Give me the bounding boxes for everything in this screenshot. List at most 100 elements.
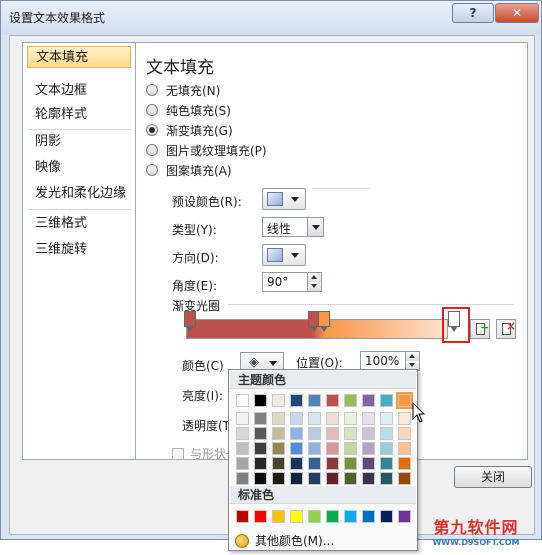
theme-color-swatch[interactable] bbox=[272, 394, 285, 407]
more-colors-item[interactable]: 其他颜色(M)... bbox=[235, 532, 334, 549]
theme-shade-swatch[interactable] bbox=[344, 457, 357, 470]
nav-item-glow-soft-edges[interactable]: 发光和柔化边缘 bbox=[27, 183, 131, 205]
standard-color-swatch[interactable] bbox=[254, 510, 267, 523]
spin-up-icon[interactable] bbox=[307, 273, 321, 282]
theme-color-swatch[interactable] bbox=[380, 394, 393, 407]
theme-shade-swatch[interactable] bbox=[290, 427, 303, 440]
gradient-stop-3[interactable] bbox=[318, 311, 330, 333]
theme-shade-swatch[interactable] bbox=[326, 472, 339, 485]
theme-shade-swatch[interactable] bbox=[344, 442, 357, 455]
theme-shade-swatch[interactable] bbox=[290, 412, 303, 425]
nav-item-text-outline[interactable]: 文本边框 bbox=[27, 80, 131, 102]
standard-color-swatch[interactable] bbox=[272, 510, 285, 523]
type-select[interactable]: 线性 bbox=[262, 217, 324, 237]
theme-shade-swatch[interactable] bbox=[236, 442, 249, 455]
theme-shade-swatch[interactable] bbox=[326, 427, 339, 440]
theme-shade-swatch[interactable] bbox=[290, 472, 303, 485]
theme-shade-swatch[interactable] bbox=[308, 412, 321, 425]
theme-shade-swatch[interactable] bbox=[308, 457, 321, 470]
nav-item-3d-format[interactable]: 三维格式 bbox=[27, 213, 131, 235]
theme-color-swatch[interactable] bbox=[254, 394, 267, 407]
theme-shade-swatch[interactable] bbox=[344, 472, 357, 485]
angle-spinner[interactable]: 90° bbox=[262, 272, 322, 292]
standard-color-swatch[interactable] bbox=[290, 510, 303, 523]
theme-shade-swatch[interactable] bbox=[380, 427, 393, 440]
direction-dropdown[interactable] bbox=[262, 244, 306, 266]
theme-shade-swatch[interactable] bbox=[380, 472, 393, 485]
theme-shade-swatch[interactable] bbox=[326, 412, 339, 425]
nav-item-3d-rotation[interactable]: 三维旋转 bbox=[27, 239, 131, 261]
theme-shade-swatch[interactable] bbox=[272, 427, 285, 440]
theme-shade-swatch[interactable] bbox=[344, 412, 357, 425]
radio-button[interactable] bbox=[146, 104, 158, 116]
help-button[interactable]: ? bbox=[452, 3, 494, 23]
radio-gradient-fill[interactable]: 渐变填充(G) bbox=[146, 121, 233, 139]
standard-color-swatch[interactable] bbox=[326, 510, 339, 523]
theme-shade-swatch[interactable] bbox=[362, 427, 375, 440]
theme-color-swatch[interactable] bbox=[290, 394, 303, 407]
theme-shade-swatch[interactable] bbox=[380, 457, 393, 470]
preset-colors-dropdown[interactable] bbox=[262, 188, 306, 210]
theme-shade-swatch[interactable] bbox=[272, 472, 285, 485]
position-value[interactable]: 100% bbox=[365, 354, 399, 368]
spin-up-icon[interactable] bbox=[405, 352, 419, 361]
theme-shade-swatch[interactable] bbox=[398, 457, 411, 470]
spin-down-icon[interactable] bbox=[307, 282, 321, 291]
theme-shade-swatch[interactable] bbox=[380, 412, 393, 425]
standard-color-swatch[interactable] bbox=[362, 510, 375, 523]
theme-shade-swatch[interactable] bbox=[254, 412, 267, 425]
standard-color-swatch[interactable] bbox=[398, 510, 411, 523]
theme-shade-swatch[interactable] bbox=[362, 472, 375, 485]
theme-shade-swatch[interactable] bbox=[398, 427, 411, 440]
radio-picture-fill[interactable]: 图片或纹理填充(P) bbox=[146, 141, 267, 159]
theme-shade-swatch[interactable] bbox=[362, 457, 375, 470]
standard-color-swatch[interactable] bbox=[380, 510, 393, 523]
radio-no-fill[interactable]: 无填充(N) bbox=[146, 81, 220, 99]
theme-shade-swatch[interactable] bbox=[272, 412, 285, 425]
theme-shade-swatch[interactable] bbox=[254, 472, 267, 485]
nav-item-reflection[interactable]: 映像 bbox=[27, 157, 131, 179]
theme-shade-swatch[interactable] bbox=[380, 442, 393, 455]
theme-shade-swatch[interactable] bbox=[308, 442, 321, 455]
theme-color-swatch[interactable] bbox=[396, 392, 413, 409]
gradient-stop-1[interactable] bbox=[184, 311, 196, 333]
theme-shade-swatch[interactable] bbox=[308, 427, 321, 440]
theme-shade-swatch[interactable] bbox=[398, 472, 411, 485]
theme-color-swatch[interactable] bbox=[236, 394, 249, 407]
theme-shade-swatch[interactable] bbox=[362, 412, 375, 425]
chevron-down-icon[interactable] bbox=[307, 218, 323, 236]
theme-shade-swatch[interactable] bbox=[254, 427, 267, 440]
theme-shade-swatch[interactable] bbox=[272, 457, 285, 470]
theme-shade-swatch[interactable] bbox=[362, 442, 375, 455]
close-window-button[interactable]: ✕ bbox=[495, 3, 539, 23]
theme-shade-swatch[interactable] bbox=[272, 442, 285, 455]
position-spinner[interactable]: 100% bbox=[360, 351, 420, 371]
theme-color-swatch[interactable] bbox=[326, 394, 339, 407]
theme-shade-swatch[interactable] bbox=[398, 412, 411, 425]
theme-color-swatch[interactable] bbox=[362, 394, 375, 407]
rotate-with-shape-checkbox[interactable] bbox=[172, 447, 184, 460]
remove-gradient-stop-button[interactable]: × bbox=[496, 319, 516, 339]
nav-item-shadow[interactable]: 阴影 bbox=[27, 131, 131, 153]
standard-color-swatch[interactable] bbox=[344, 510, 357, 523]
theme-shade-swatch[interactable] bbox=[236, 457, 249, 470]
theme-shade-swatch[interactable] bbox=[344, 427, 357, 440]
standard-color-swatch[interactable] bbox=[308, 510, 321, 523]
theme-color-swatch[interactable] bbox=[308, 394, 321, 407]
angle-value[interactable]: 90° bbox=[267, 275, 288, 289]
theme-shade-swatch[interactable] bbox=[236, 412, 249, 425]
theme-shade-swatch[interactable] bbox=[254, 457, 267, 470]
radio-button[interactable] bbox=[146, 84, 158, 96]
close-button[interactable]: 关闭 bbox=[454, 466, 532, 488]
nav-item-outline-style[interactable]: 轮廓样式 bbox=[27, 104, 131, 126]
title-bar[interactable]: 设置文本效果格式 ? ✕ bbox=[1, 1, 541, 35]
theme-shade-swatch[interactable] bbox=[290, 457, 303, 470]
radio-solid-fill[interactable]: 纯色填充(S) bbox=[146, 101, 231, 119]
theme-shade-swatch[interactable] bbox=[326, 442, 339, 455]
add-gradient-stop-button[interactable]: + bbox=[470, 319, 490, 339]
radio-pattern-fill[interactable]: 图案填充(A) bbox=[146, 161, 232, 179]
radio-button[interactable] bbox=[146, 144, 158, 156]
standard-color-swatch[interactable] bbox=[236, 510, 249, 523]
radio-button[interactable] bbox=[146, 124, 158, 136]
theme-shade-swatch[interactable] bbox=[398, 442, 411, 455]
